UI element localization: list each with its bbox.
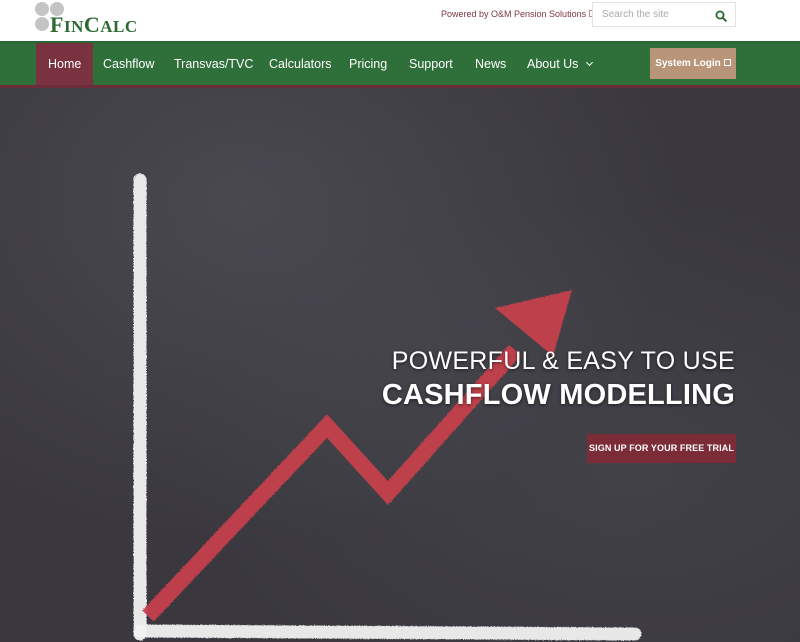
search-button[interactable] bbox=[715, 9, 727, 22]
nav-item-cashflow[interactable]: Cashflow bbox=[91, 43, 166, 85]
system-login-label: System Login bbox=[655, 58, 721, 69]
search-box bbox=[592, 2, 736, 27]
nav-item-about-us-label: About Us bbox=[527, 57, 579, 71]
nav-item-calculators[interactable]: Calculators bbox=[257, 43, 344, 85]
chevron-down-icon bbox=[586, 58, 594, 67]
hero-banner: POWERFUL & EASY TO USE CASHFLOW MODELLIN… bbox=[0, 88, 800, 642]
hero-headline-line1: POWERFUL & EASY TO USE bbox=[391, 347, 735, 375]
powered-by-label: Powered by O&M Pension Solutions bbox=[441, 9, 587, 19]
fincalc-logo[interactable]: FINCALC bbox=[35, 2, 145, 36]
chalk-x-axis bbox=[133, 624, 642, 641]
nav-item-pricing[interactable]: Pricing bbox=[337, 43, 399, 85]
search-input[interactable] bbox=[593, 3, 711, 26]
external-link-icon bbox=[723, 59, 731, 66]
powered-by-link[interactable]: Powered by O&M Pension Solutions bbox=[441, 8, 597, 20]
hero-headline-line2: CASHFLOW MODELLING bbox=[381, 379, 735, 411]
nav-item-home[interactable]: Home bbox=[36, 43, 94, 85]
logo-petal-icon bbox=[35, 2, 49, 16]
system-login-button[interactable]: System Login bbox=[650, 48, 736, 79]
logo-text: FINCALC bbox=[50, 12, 138, 37]
free-trial-signup-button[interactable]: SIGN UP FOR YOUR FREE TRIAL bbox=[587, 434, 736, 463]
nav-item-support[interactable]: Support bbox=[397, 43, 465, 85]
nav-item-transvas-tvc[interactable]: Transvas/TVC bbox=[162, 43, 265, 85]
nav-item-about-us[interactable]: About Us bbox=[515, 43, 604, 85]
search-icon bbox=[715, 10, 727, 22]
logo-petal-icon bbox=[35, 17, 49, 31]
nav-item-news[interactable]: News bbox=[463, 43, 518, 85]
top-bar: FINCALC Powered by O&M Pension Solutions bbox=[0, 0, 800, 41]
